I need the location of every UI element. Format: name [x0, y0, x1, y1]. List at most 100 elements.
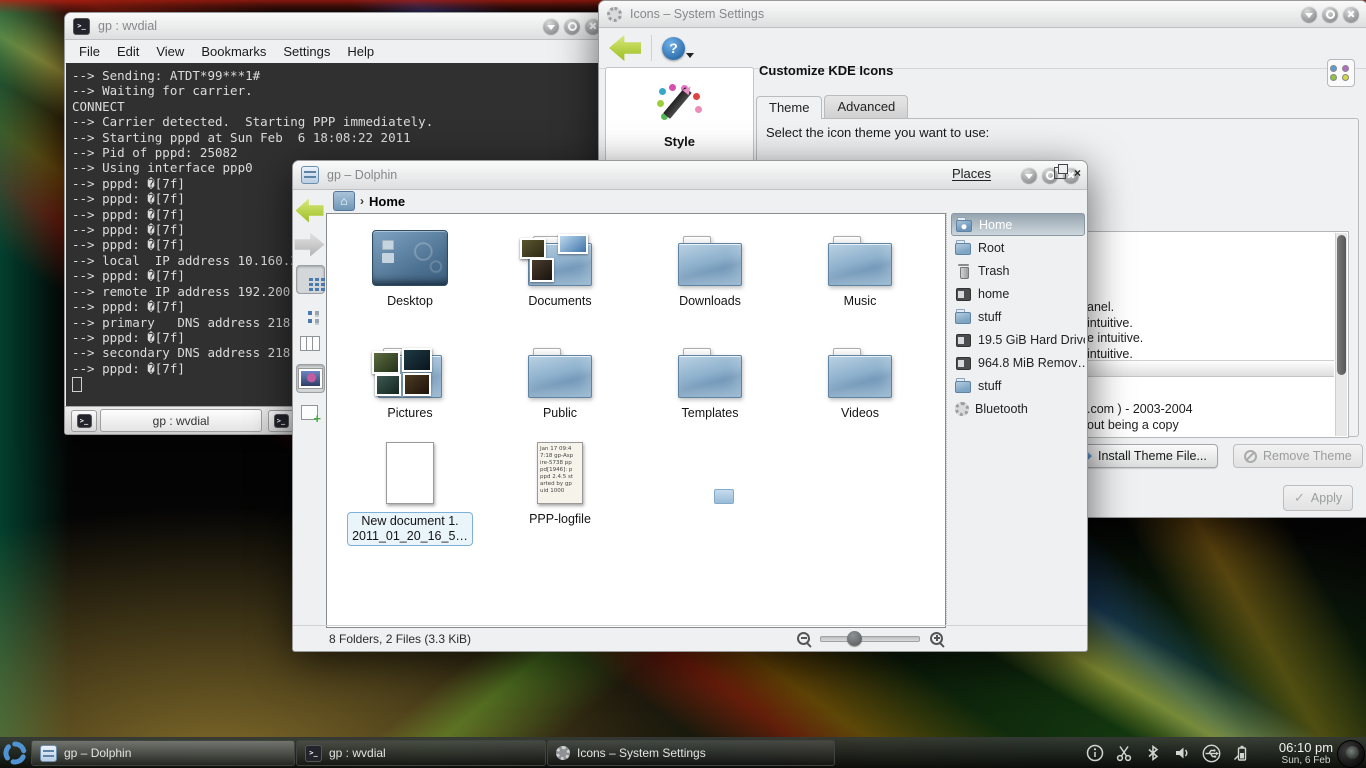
dolphin-title: gp – Dolphin	[327, 168, 397, 182]
text-document-icon: Jan 17 09:4 7:18 gp-Asp ire-5738 pp pd[1…	[537, 442, 583, 504]
home-icon[interactable]: ⌂	[333, 191, 355, 211]
hard-drive-icon	[955, 286, 972, 301]
places-item-stuff[interactable]: stuff	[951, 305, 1085, 328]
scrollbar[interactable]	[1335, 233, 1347, 436]
menu-edit[interactable]: Edit	[117, 44, 139, 59]
system-settings-titlebar[interactable]: Icons – System Settings	[599, 1, 1366, 28]
folder-item-public[interactable]: Public	[485, 336, 635, 421]
task-system-settings[interactable]: Icons – System Settings	[547, 740, 835, 766]
overview-button[interactable]	[1327, 59, 1355, 87]
scrollbar-thumb[interactable]	[1337, 235, 1346, 375]
selected-file-label: New document 1.2011_01_20_16_5…	[347, 512, 473, 546]
menu-settings[interactable]: Settings	[283, 44, 330, 59]
clock-time: 06:10 pm	[1274, 741, 1338, 755]
menu-help[interactable]: Help	[347, 44, 374, 59]
maximize-button[interactable]	[1322, 6, 1338, 22]
tab-advanced[interactable]: Advanced	[824, 95, 908, 119]
places-item-home-partition[interactable]: home	[951, 282, 1085, 305]
minimize-button[interactable]	[1301, 6, 1317, 22]
install-theme-button[interactable]: Install Theme File...	[1069, 444, 1218, 468]
terminal-tab[interactable]: gp : wvdial	[100, 409, 262, 432]
new-tab-button[interactable]: >_	[71, 410, 97, 432]
folder-icon	[528, 348, 592, 398]
zoom-slider[interactable]	[820, 636, 920, 642]
preview-icon	[299, 369, 322, 388]
usb-device-icon[interactable]	[1201, 743, 1222, 764]
system-settings-toolbar: ?	[599, 28, 1366, 69]
mouse-drag-ghost	[714, 489, 734, 504]
tab-list-button[interactable]: >_	[268, 410, 294, 432]
zoom-slider-thumb[interactable]	[847, 631, 862, 646]
folder-view[interactable]: Desktop Documents Downloads	[326, 213, 946, 628]
klipper-scissors-icon[interactable]	[1114, 743, 1134, 763]
bluetooth-icon[interactable]	[1143, 743, 1163, 763]
folder-icon	[955, 240, 972, 255]
folder-item-pictures[interactable]: Pictures	[335, 336, 485, 421]
battery-icon[interactable]	[1231, 743, 1251, 763]
menu-bookmarks[interactable]: Bookmarks	[201, 44, 266, 59]
close-panel-icon[interactable]: ×	[1074, 167, 1081, 179]
places-item-root[interactable]: Root	[951, 236, 1085, 259]
task-wvdial[interactable]: >_ gp : wvdial	[296, 740, 546, 766]
close-button[interactable]	[1343, 6, 1359, 22]
terminal-title: gp : wvdial	[98, 19, 157, 33]
preview-button[interactable]	[296, 364, 325, 393]
style-icon[interactable]	[657, 84, 703, 130]
folder-item-documents[interactable]: Documents	[485, 224, 635, 309]
menu-view[interactable]: View	[156, 44, 184, 59]
maximize-button[interactable]	[564, 18, 580, 34]
yellow-dot-icon	[1342, 74, 1349, 81]
checkmark-icon: ✓	[1294, 490, 1305, 506]
task-dolphin[interactable]: gp – Dolphin	[31, 740, 295, 766]
home-folder-icon	[956, 217, 973, 232]
places-item-stuff-2[interactable]: stuff	[951, 374, 1085, 397]
pictures-folder-icon	[378, 348, 442, 398]
plasma-toolbox-icon[interactable]	[1337, 740, 1365, 768]
forward-button[interactable]	[296, 231, 323, 258]
columns-view-button[interactable]	[296, 330, 323, 357]
split-view-button[interactable]: +	[296, 399, 323, 426]
folder-item-videos[interactable]: Videos	[785, 336, 935, 421]
tab-theme[interactable]: Theme	[756, 96, 822, 119]
minimize-button[interactable]	[543, 18, 559, 34]
desktop-folder-icon	[372, 230, 448, 286]
file-item-ppp-logfile[interactable]: Jan 17 09:4 7:18 gp-Asp ire-5738 pp pd[1…	[485, 438, 635, 527]
terminal-titlebar[interactable]: >_ gp : wvdial	[65, 13, 609, 40]
icons-view-button[interactable]	[296, 265, 325, 294]
places-item-home[interactable]: Home	[951, 213, 1085, 236]
help-button[interactable]: ?	[662, 37, 685, 60]
folder-item-downloads[interactable]: Downloads	[635, 224, 785, 309]
details-view-icon	[308, 311, 312, 315]
breadcrumb-home[interactable]: Home	[369, 194, 405, 209]
apply-button[interactable]: ✓ Apply	[1283, 485, 1353, 511]
volume-icon[interactable]	[1172, 743, 1192, 763]
file-item-new-document[interactable]: New document 1.2011_01_20_16_5…	[335, 438, 485, 546]
remove-theme-button[interactable]: Remove Theme	[1233, 444, 1363, 468]
menu-file[interactable]: File	[79, 44, 100, 59]
zoom-in-icon[interactable]	[930, 632, 943, 645]
blue-dot-icon	[1330, 65, 1337, 72]
blank-document-icon	[386, 442, 434, 504]
purple-dot-icon	[1342, 65, 1349, 72]
device-notifier-icon[interactable]	[1085, 743, 1105, 763]
dolphin-icon	[40, 745, 57, 762]
folder-item-music[interactable]: Music	[785, 224, 935, 309]
places-item-removable[interactable]: 964.8 MiB Remov…	[951, 351, 1085, 374]
detach-panel-icon[interactable]	[1054, 167, 1066, 179]
places-item-hard-drive[interactable]: 19.5 GiB Hard Drive	[951, 328, 1085, 351]
folder-item-desktop[interactable]: Desktop	[335, 224, 485, 309]
back-button[interactable]	[296, 197, 323, 224]
places-item-trash[interactable]: Trash	[951, 259, 1085, 282]
breadcrumb-separator: ›	[360, 194, 364, 208]
places-item-bluetooth[interactable]: Bluetooth	[951, 397, 1085, 420]
gear-icon	[556, 746, 570, 760]
folder-icon	[828, 348, 892, 398]
back-arrow-icon[interactable]	[609, 35, 641, 61]
sidebar-item-style[interactable]: Style	[606, 134, 753, 149]
details-view-button[interactable]	[296, 299, 323, 326]
zoom-out-icon[interactable]	[797, 632, 810, 645]
system-tray	[1085, 738, 1251, 768]
folder-item-templates[interactable]: Templates	[635, 336, 785, 421]
app-launcher-button[interactable]	[1, 739, 29, 767]
clock[interactable]: 06:10 pm Sun, 6 Feb	[1274, 739, 1338, 766]
